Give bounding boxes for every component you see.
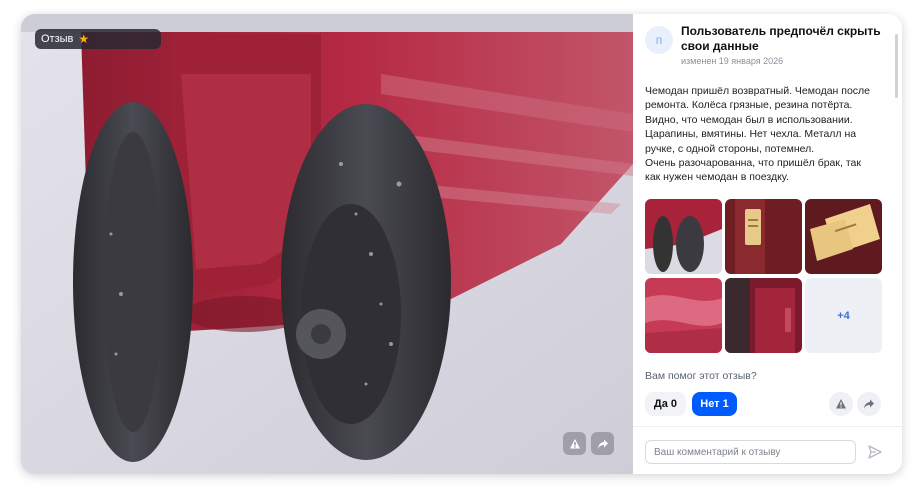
review-date: изменен 19 января 2026 (681, 56, 784, 66)
warning-icon (569, 438, 580, 448)
review-text-line: ручке, с одной стороны, потемнел. (645, 142, 815, 155)
photo-thumbnail[interactable] (805, 199, 882, 274)
avatar: п (645, 26, 673, 54)
helpful-question: Вам помог этот отзыв? (645, 370, 757, 382)
photo-thumbnail[interactable] (645, 278, 722, 353)
review-text-line: ремонта. Колёса грязные, резина потёрта. (645, 99, 853, 112)
review-modal: Отзыв ★ п Пользователь предпочёл скрыть … (21, 14, 902, 474)
review-panel: п Пользователь предпочёл скрыть свои дан… (633, 14, 902, 474)
photo-report-button[interactable] (563, 432, 586, 455)
send-comment-button[interactable] (863, 440, 887, 464)
share-button[interactable] (857, 392, 881, 416)
review-text: Чемодан пришёл возвратный. Чемодан после… (645, 84, 885, 185)
star-icon: ★ (78, 32, 90, 46)
share-icon (864, 399, 874, 409)
suitcase-wheels-photo (21, 14, 633, 474)
photo-thumbnails: +4 (645, 199, 883, 353)
warning-icon (836, 399, 846, 409)
divider (633, 426, 902, 427)
photo-thumbnail[interactable] (645, 199, 722, 274)
review-badge-label: Отзыв (41, 33, 74, 45)
review-badge: Отзыв ★ (35, 29, 161, 49)
vote-yes-button[interactable]: Да 0 (645, 392, 686, 416)
photo-thumbnail[interactable] (725, 199, 802, 274)
more-photos-button[interactable]: +4 (805, 278, 882, 353)
photo-share-button[interactable] (591, 432, 614, 455)
author-name: Пользователь предпочёл скрыть свои данны… (681, 24, 881, 53)
review-text-line: как нужен чемодан в поездку. (645, 171, 789, 184)
review-text-line: Очень разочарованна, что пришёл брак, та… (645, 157, 861, 170)
review-text-line: Царапины, вмятины. Нет чехла. Металл на (645, 128, 857, 141)
photo-thumbnail[interactable] (725, 278, 802, 353)
share-icon (597, 439, 608, 448)
review-text-line: Чемодан пришёл возвратный. Чемодан после (645, 85, 871, 97)
report-button[interactable] (829, 392, 853, 416)
vote-no-button[interactable]: Нет 1 (692, 392, 737, 416)
scrollbar[interactable] (895, 34, 898, 98)
more-photos-label: +4 (837, 309, 850, 322)
review-text-line: Видно, что чемодан был в использовании. (645, 113, 853, 126)
review-photo[interactable]: Отзыв ★ (21, 14, 633, 474)
comment-input[interactable] (645, 440, 856, 464)
send-icon (868, 445, 882, 459)
